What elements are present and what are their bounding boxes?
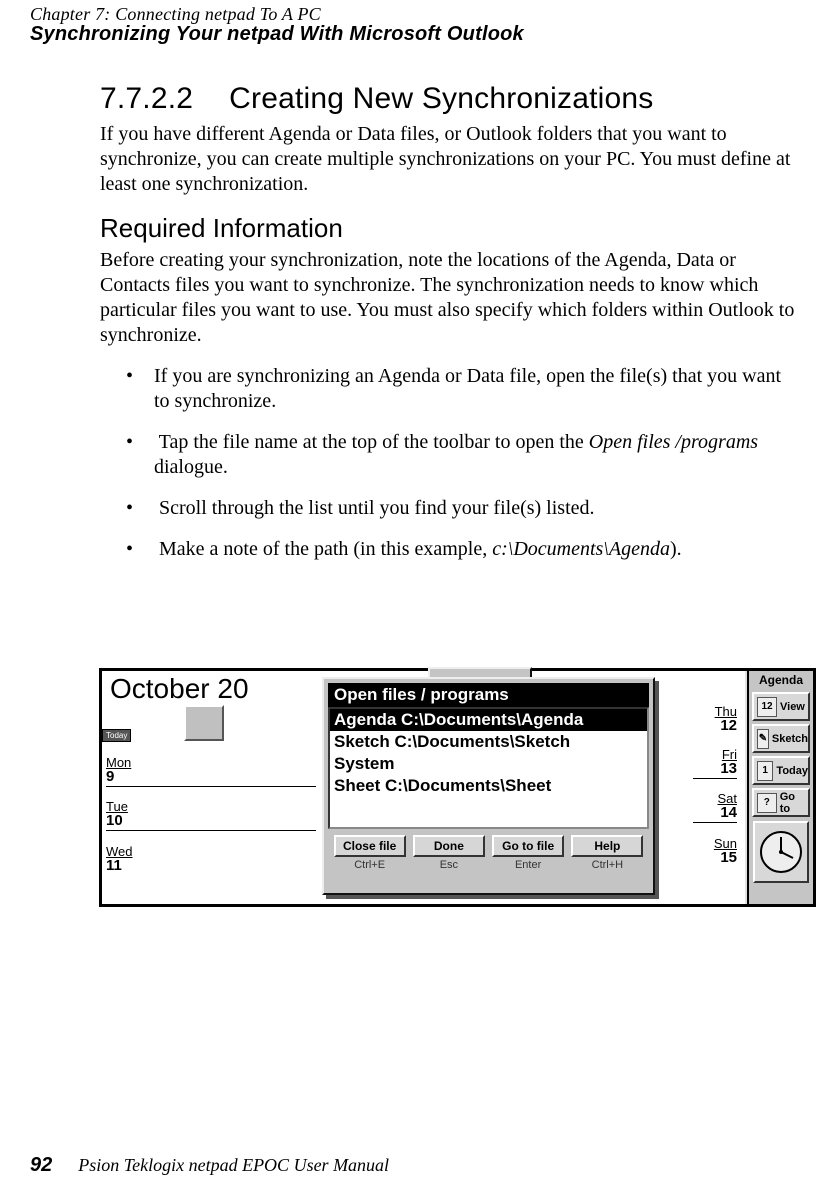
day-entry[interactable]: Wed 11 (106, 831, 316, 875)
agenda-main-area: October 20 Today Mon 9 Tue 10 Wed 11 (102, 671, 745, 904)
scrollbar-stub[interactable] (184, 705, 224, 741)
header-chapter: Chapter 7: Connecting netpad To A PC (30, 4, 799, 25)
sidebar-sketch-button[interactable]: ✎ Sketch (752, 724, 810, 753)
day-entry[interactable]: Thu 12 (693, 689, 737, 735)
day-number: 10 (106, 813, 316, 828)
dialog-tab-stub (428, 667, 532, 677)
screenshot-agenda-app: October 20 Today Mon 9 Tue 10 Wed 11 (99, 668, 816, 907)
dialog-button-row: Close file Ctrl+E Done Esc Go to file En… (330, 835, 647, 871)
button-shortcut: Enter (492, 859, 564, 871)
sidebar-clock[interactable] (753, 821, 809, 883)
calendar-icon: 12 (757, 697, 777, 717)
button-label: Close file (334, 835, 406, 857)
calendar-today-icon: 1 (757, 761, 773, 781)
day-number: 11 (106, 858, 316, 873)
day-abbr: Mon (106, 756, 316, 769)
header-section: Synchronizing Your netpad With Microsoft… (30, 23, 799, 46)
day-entry[interactable]: Sun 15 (693, 823, 737, 867)
agenda-right-day-column: Thu 12 Fri 13 Sat 14 Sun 15 (693, 689, 737, 867)
day-entry[interactable]: Sat 14 (693, 779, 737, 823)
close-file-button[interactable]: Close file Ctrl+E (334, 835, 406, 871)
section-heading: 7.7.2.2 Creating New Synchronizations (100, 82, 801, 116)
day-entry[interactable]: Tue 10 (106, 787, 316, 831)
day-number: 15 (693, 850, 737, 865)
footer-text: Psion Teklogix netpad EPOC User Manual (78, 1155, 389, 1175)
list-item: If you are synchronizing an Agenda or Da… (100, 364, 801, 414)
bullet-list: If you are synchronizing an Agenda or Da… (100, 364, 801, 562)
list-text-italic: c:\Documents\Agenda (492, 538, 670, 560)
sidebar-button-label: Today (776, 765, 808, 777)
day-number: 13 (693, 761, 737, 776)
dialog-list-item[interactable]: System (330, 753, 647, 775)
sidebar-title: Agenda (749, 671, 813, 689)
section-paragraph: If you have different Agenda or Data fil… (100, 122, 801, 197)
dialog-file-list[interactable]: Agenda C:\Documents\Agenda Sketch C:\Doc… (328, 707, 649, 829)
button-label: Go to file (492, 835, 564, 857)
list-item: Tap the file name at the top of the tool… (100, 430, 801, 480)
agenda-date-title: October 20 (110, 673, 249, 705)
go-to-file-button[interactable]: Go to file Enter (492, 835, 564, 871)
list-text: ). (670, 538, 682, 560)
day-abbr: Wed (106, 845, 316, 858)
button-shortcut: Ctrl+H (571, 859, 643, 871)
help-button[interactable]: Help Ctrl+H (571, 835, 643, 871)
sidebar-today-button[interactable]: 1 Today (752, 756, 810, 785)
list-text: Tap the file name at the top of the tool… (159, 431, 589, 453)
sidebar-button-label: View (780, 701, 805, 713)
sidebar-view-button[interactable]: 12 View (752, 692, 810, 721)
button-shortcut: Esc (413, 859, 485, 871)
open-files-dialog: Open files / programs Agenda C:\Document… (322, 677, 655, 895)
button-shortcut: Ctrl+E (334, 859, 406, 871)
subsection-paragraph: Before creating your synchronization, no… (100, 248, 801, 348)
agenda-left-day-column: Mon 9 Tue 10 Wed 11 (106, 741, 316, 875)
question-calendar-icon: ? (757, 793, 777, 813)
dialog-list-item[interactable]: Sketch C:\Documents\Sketch (330, 731, 647, 753)
done-button[interactable]: Done Esc (413, 835, 485, 871)
dialog-title: Open files / programs (328, 683, 649, 707)
day-number: 14 (693, 805, 737, 820)
day-entry[interactable]: Mon 9 (106, 741, 316, 787)
list-text: Make a note of the path (in this example… (159, 538, 492, 560)
dialog-list-item-selected[interactable]: Agenda C:\Documents\Agenda (330, 709, 647, 731)
sidebar-goto-button[interactable]: ? Go to (752, 788, 810, 817)
dialog-list-item[interactable]: Sheet C:\Documents\Sheet (330, 775, 647, 797)
pencil-icon: ✎ (757, 729, 769, 749)
list-text: dialogue. (154, 456, 228, 478)
day-number: 9 (106, 769, 316, 784)
list-text-italic: Open files /programs (589, 431, 758, 453)
day-abbr: Tue (106, 800, 316, 813)
button-label: Help (571, 835, 643, 857)
page-footer: 92 Psion Teklogix netpad EPOC User Manual (30, 1154, 799, 1177)
agenda-sidebar: Agenda 12 View ✎ Sketch 1 Today ? Go to (747, 671, 813, 904)
clock-icon (758, 829, 804, 875)
section-number: 7.7.2.2 (100, 82, 193, 116)
subsection-heading: Required Information (100, 213, 801, 244)
page-header: Chapter 7: Connecting netpad To A PC Syn… (30, 4, 799, 46)
section-title: Creating New Synchronizations (229, 82, 653, 115)
list-item: Scroll through the list until you find y… (100, 496, 801, 521)
list-item: Make a note of the path (in this example… (100, 537, 801, 562)
sidebar-button-label: Go to (780, 791, 808, 815)
page-number: 92 (30, 1154, 52, 1176)
sidebar-button-label: Sketch (772, 733, 808, 745)
day-entry[interactable]: Fri 13 (693, 735, 737, 779)
day-number: 12 (693, 718, 737, 733)
button-label: Done (413, 835, 485, 857)
